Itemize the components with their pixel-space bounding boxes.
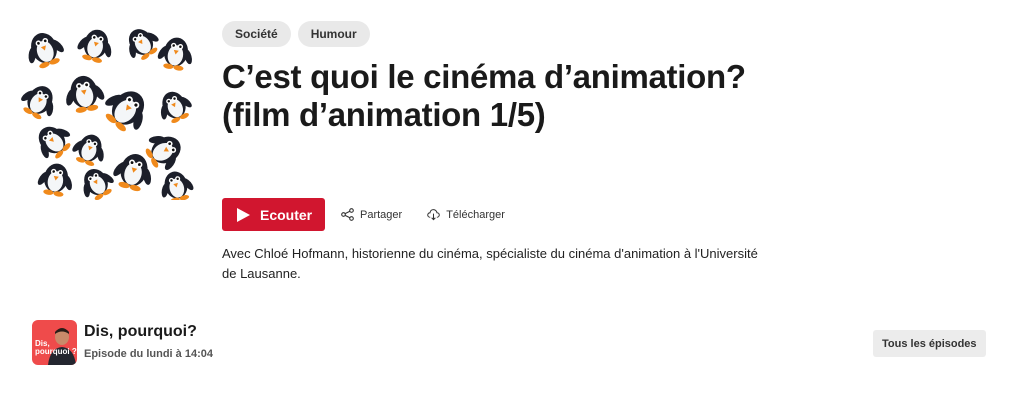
tag-humour[interactable]: Humour (297, 21, 370, 47)
share-button-label: Partager (360, 208, 403, 221)
all-episodes-button[interactable]: Tous les épisodes (873, 330, 986, 357)
share-icon (341, 208, 354, 221)
episode-actions: Ecouter Partager Télécharger (222, 198, 505, 231)
show-thumbnail[interactable]: Dis, pourquoi ? (32, 320, 77, 365)
tag-list: Société Humour (222, 21, 370, 47)
show-name[interactable]: Dis, pourquoi? (84, 323, 197, 341)
tag-societe[interactable]: Société (222, 21, 291, 47)
episode-cover-image (16, 20, 196, 200)
show-schedule: Episode du lundi à 14:04 (84, 348, 213, 360)
penguins-illustration (16, 20, 196, 200)
listen-button-label: Ecouter (260, 206, 313, 223)
episode-title: C’est quoi le cinéma d’animation? (film … (222, 58, 746, 133)
cloud-download-icon (427, 209, 440, 221)
listen-button[interactable]: Ecouter (222, 198, 325, 231)
show-thumbnail-art: Dis, pourquoi ? (32, 320, 77, 365)
download-button[interactable]: Télécharger (427, 208, 505, 221)
share-button[interactable]: Partager (341, 208, 402, 221)
play-icon (237, 207, 250, 222)
episode-description: Avec Chloé Hofmann, historienne du ciném… (222, 246, 758, 281)
download-button-label: Télécharger (446, 208, 505, 221)
